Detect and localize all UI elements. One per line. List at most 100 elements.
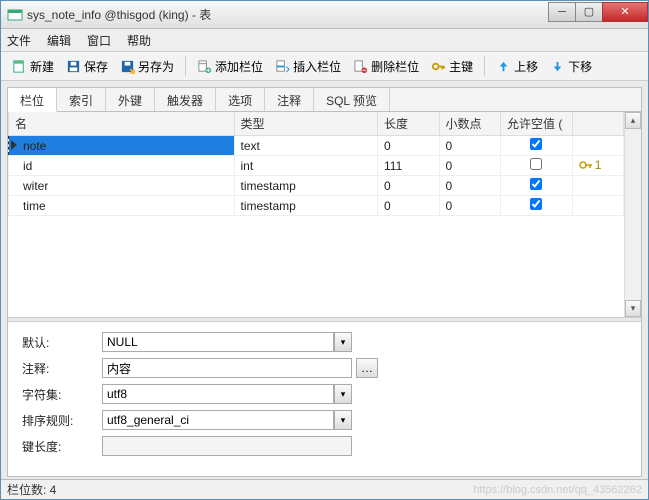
comment-input[interactable] [102,358,352,378]
menu-bar: 文件 编辑 窗口 帮助 [1,29,648,51]
cell-key[interactable] [572,196,623,216]
vertical-scrollbar[interactable]: ▴ ▾ [624,112,641,317]
table-row[interactable]: notetext00 [9,136,624,156]
cell-len[interactable]: 0 [378,196,440,216]
tab-fk[interactable]: 外键 [106,88,155,111]
cell-dec[interactable]: 0 [439,196,501,216]
tab-sqlpreview[interactable]: SQL 预览 [314,88,390,111]
cell-null[interactable] [501,196,573,216]
cell-type[interactable]: text [234,136,378,156]
close-button[interactable]: ✕ [602,2,648,22]
label-charset: 字符集: [22,386,102,403]
cell-name[interactable]: note [9,136,235,156]
tab-triggers[interactable]: 触发器 [155,88,216,111]
cell-null[interactable] [501,136,573,156]
row-pointer-icon [11,140,19,150]
primary-key-indicator: 1 [579,158,602,172]
columns-grid[interactable]: 名 类型 长度 小数点 允许空值 ( notetext00idint11101w… [8,112,624,317]
table-row[interactable]: idint1110 1 [9,156,624,176]
addcol-button[interactable]: 添加栏位 [192,56,268,77]
saveas-icon [120,59,135,74]
allow-null-checkbox[interactable] [530,198,542,210]
col-len[interactable]: 长度 [378,112,440,136]
col-name[interactable]: 名 [9,112,235,136]
cell-type[interactable]: timestamp [234,176,378,196]
tab-comment[interactable]: 注释 [265,88,314,111]
charset-input[interactable] [102,384,334,404]
tab-columns[interactable]: 栏位 [8,88,57,112]
maximize-button[interactable]: ▢ [575,2,603,22]
tab-bar: 栏位 索引 外键 触发器 选项 注释 SQL 预览 [8,88,641,112]
delcol-button[interactable]: 删除栏位 [348,56,424,77]
arrow-down-icon [550,59,565,74]
menu-edit[interactable]: 编辑 [47,32,71,49]
default-input[interactable] [102,332,334,352]
cell-type[interactable]: int [234,156,378,176]
scroll-track[interactable] [625,129,641,300]
field-details: 默认: ▾ 注释: … 字符集: ▾ 排序规则: [8,322,641,476]
content-panel: 栏位 索引 外键 触发器 选项 注释 SQL 预览 名 类型 长度 小数点 允许… [7,87,642,477]
collation-input[interactable] [102,410,334,430]
cell-type[interactable]: timestamp [234,196,378,216]
table-row[interactable]: witertimestamp00 [9,176,624,196]
col-type[interactable]: 类型 [234,112,378,136]
cell-key[interactable] [572,176,623,196]
delcol-icon [353,59,368,74]
menu-file[interactable]: 文件 [7,32,31,49]
col-null[interactable]: 允许空值 ( [501,112,573,136]
label-collation: 排序规则: [22,412,102,429]
cell-name[interactable]: witer [9,176,235,196]
cell-key[interactable] [572,136,623,156]
moveup-button[interactable]: 上移 [491,56,543,77]
cell-dec[interactable]: 0 [439,176,501,196]
allow-null-checkbox[interactable] [530,178,542,190]
saveas-button[interactable]: 另存为 [115,56,179,77]
label-comment: 注释: [22,360,102,377]
cell-dec[interactable]: 0 [439,136,501,156]
cell-key[interactable]: 1 [572,156,623,176]
key-icon [431,59,446,74]
minimize-button[interactable]: ─ [548,2,576,22]
scroll-up-button[interactable]: ▴ [625,112,641,129]
scroll-down-button[interactable]: ▾ [625,300,641,317]
status-bar: 栏位数: 4 https://blog.csdn.net/qq_43562262 [1,479,648,499]
tab-indexes[interactable]: 索引 [57,88,106,111]
label-keylen: 键长度: [22,438,102,455]
status-fieldcount: 栏位数: 4 [7,481,56,498]
save-icon [66,59,81,74]
allow-null-checkbox[interactable] [530,138,542,150]
cell-len[interactable]: 0 [378,176,440,196]
cell-len[interactable]: 111 [378,156,440,176]
cell-len[interactable]: 0 [378,136,440,156]
comment-ellipsis-button[interactable]: … [356,358,378,378]
collation-dropdown-arrow[interactable]: ▾ [334,410,352,430]
insertcol-button[interactable]: 插入栏位 [270,56,346,77]
cell-name[interactable]: id [9,156,235,176]
grid-area: 名 类型 长度 小数点 允许空值 ( notetext00idint11101w… [8,112,641,317]
keylen-input [102,436,352,456]
charset-dropdown-arrow[interactable]: ▾ [334,384,352,404]
arrow-up-icon [496,59,511,74]
cell-name[interactable]: time [9,196,235,216]
col-key[interactable] [572,112,623,136]
new-button[interactable]: 新建 [7,56,59,77]
col-dec[interactable]: 小数点 [439,112,501,136]
separator [484,56,485,76]
tab-options[interactable]: 选项 [216,88,265,111]
save-button[interactable]: 保存 [61,56,113,77]
toolbar: 新建 保存 另存为 添加栏位 插入栏位 删除栏位 主键 上移 下移 [1,51,648,81]
key-icon [579,160,593,170]
cell-null[interactable] [501,176,573,196]
menu-window[interactable]: 窗口 [87,32,111,49]
label-default: 默认: [22,334,102,351]
cell-null[interactable] [501,156,573,176]
table-row[interactable]: timetimestamp00 [9,196,624,216]
pk-button[interactable]: 主键 [426,56,478,77]
app-icon [7,7,23,23]
cell-dec[interactable]: 0 [439,156,501,176]
default-dropdown-arrow[interactable]: ▾ [334,332,352,352]
allow-null-checkbox[interactable] [530,158,542,170]
movedown-button[interactable]: 下移 [545,56,597,77]
menu-help[interactable]: 帮助 [127,32,151,49]
addcol-icon [197,59,212,74]
